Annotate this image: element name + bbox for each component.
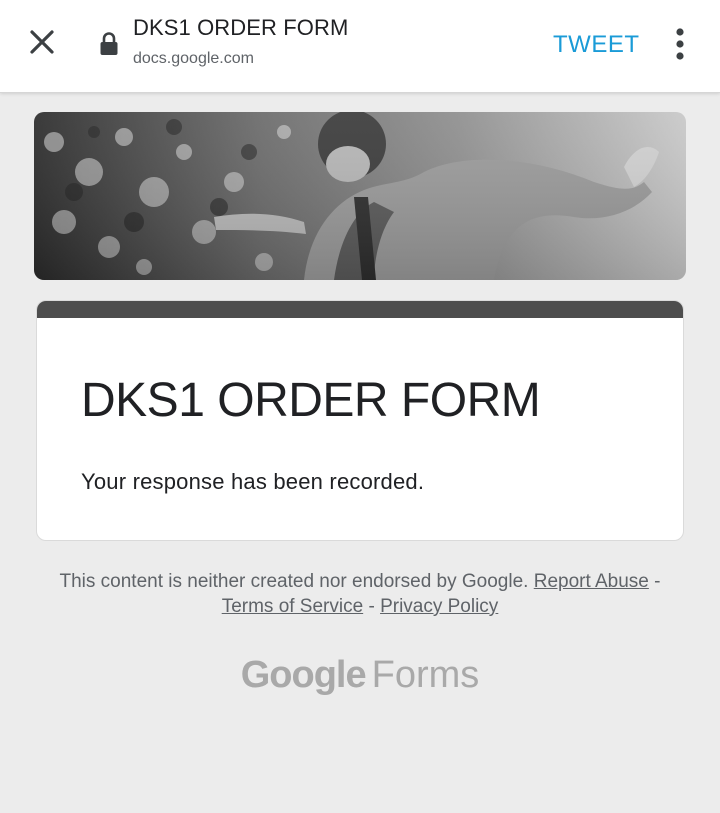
more-vert-icon[interactable] <box>670 28 690 60</box>
card-accent-bar <box>37 301 683 318</box>
terms-of-service-link[interactable]: Terms of Service <box>222 596 363 617</box>
page-title-group: DKS1 ORDER FORM docs.google.com <box>133 15 348 68</box>
confirmation-message: Your response has been recorded. <box>81 469 425 494</box>
form-title: DKS1 ORDER FORM <box>81 374 541 427</box>
separator: - <box>368 596 375 617</box>
google-forms-logo: Google Forms <box>0 654 720 697</box>
confirmation-card: DKS1 ORDER FORM Your response has been r… <box>36 300 684 541</box>
forms-wordmark: Forms <box>371 654 480 696</box>
close-icon[interactable] <box>24 24 60 60</box>
page-url: docs.google.com <box>133 50 254 67</box>
top-bar: DKS1 ORDER FORM docs.google.com TWEET <box>0 0 720 93</box>
separator: - <box>654 571 661 592</box>
footer-disclaimer: This content is neither created nor endo… <box>40 569 680 619</box>
disclaimer-text: This content is neither created nor endo… <box>59 571 529 592</box>
tweet-button[interactable]: TWEET <box>553 31 640 59</box>
page-title: DKS1 ORDER FORM <box>133 15 349 40</box>
google-wordmark: Google <box>240 654 367 696</box>
privacy-policy-link[interactable]: Privacy Policy <box>380 596 498 617</box>
lock-icon <box>99 31 119 57</box>
report-abuse-link[interactable]: Report Abuse <box>534 571 649 592</box>
header-banner-image <box>34 112 686 280</box>
